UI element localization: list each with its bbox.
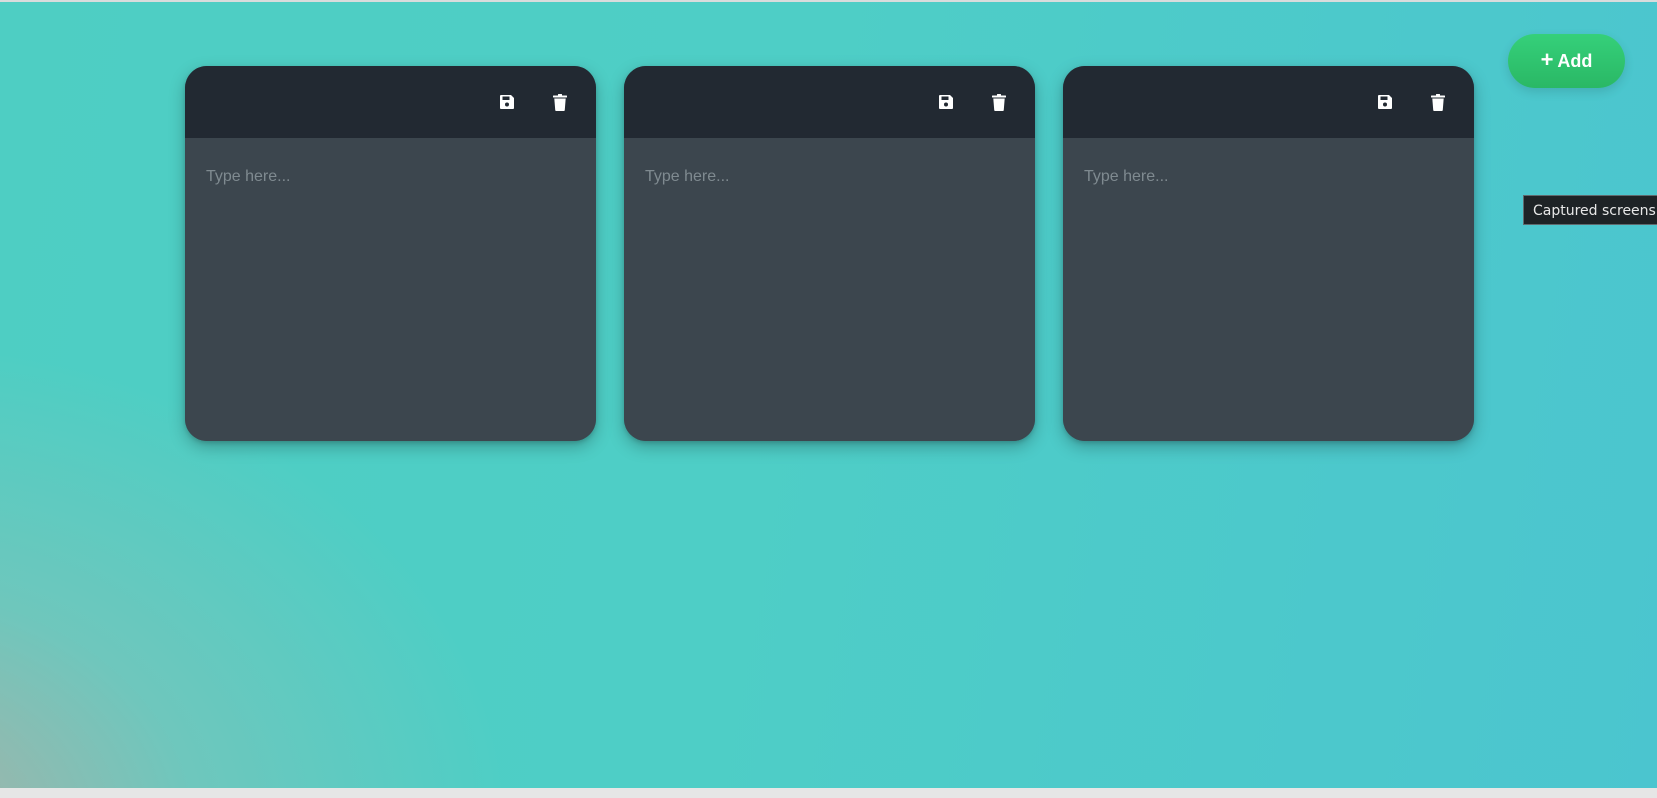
trash-icon: [992, 93, 1006, 111]
note-header: [624, 66, 1035, 138]
floppy-disk-icon: [1378, 95, 1392, 109]
add-note-button[interactable]: + Add: [1508, 34, 1625, 88]
note-header: [1063, 66, 1474, 138]
note-card: [1063, 66, 1474, 441]
note-header: [185, 66, 596, 138]
tooltip: Captured screensh: [1523, 195, 1657, 225]
add-button-label: Add: [1557, 50, 1593, 71]
floppy-disk-icon: [500, 95, 514, 109]
window-bottom-border: [0, 788, 1657, 798]
delete-note-button[interactable]: [987, 90, 1011, 114]
floppy-disk-icon: [939, 95, 953, 109]
note-textarea[interactable]: [624, 138, 1035, 441]
trash-icon: [553, 93, 567, 111]
delete-note-button[interactable]: [548, 90, 572, 114]
delete-note-button[interactable]: [1426, 90, 1450, 114]
save-note-button[interactable]: [495, 90, 519, 114]
notes-container: [185, 66, 1474, 441]
note-card: [624, 66, 1035, 441]
plus-icon: +: [1540, 47, 1554, 72]
trash-icon: [1431, 93, 1445, 111]
note-card: [185, 66, 596, 441]
note-textarea[interactable]: [185, 138, 596, 441]
note-textarea[interactable]: [1063, 138, 1474, 441]
save-note-button[interactable]: [1373, 90, 1397, 114]
save-note-button[interactable]: [934, 90, 958, 114]
